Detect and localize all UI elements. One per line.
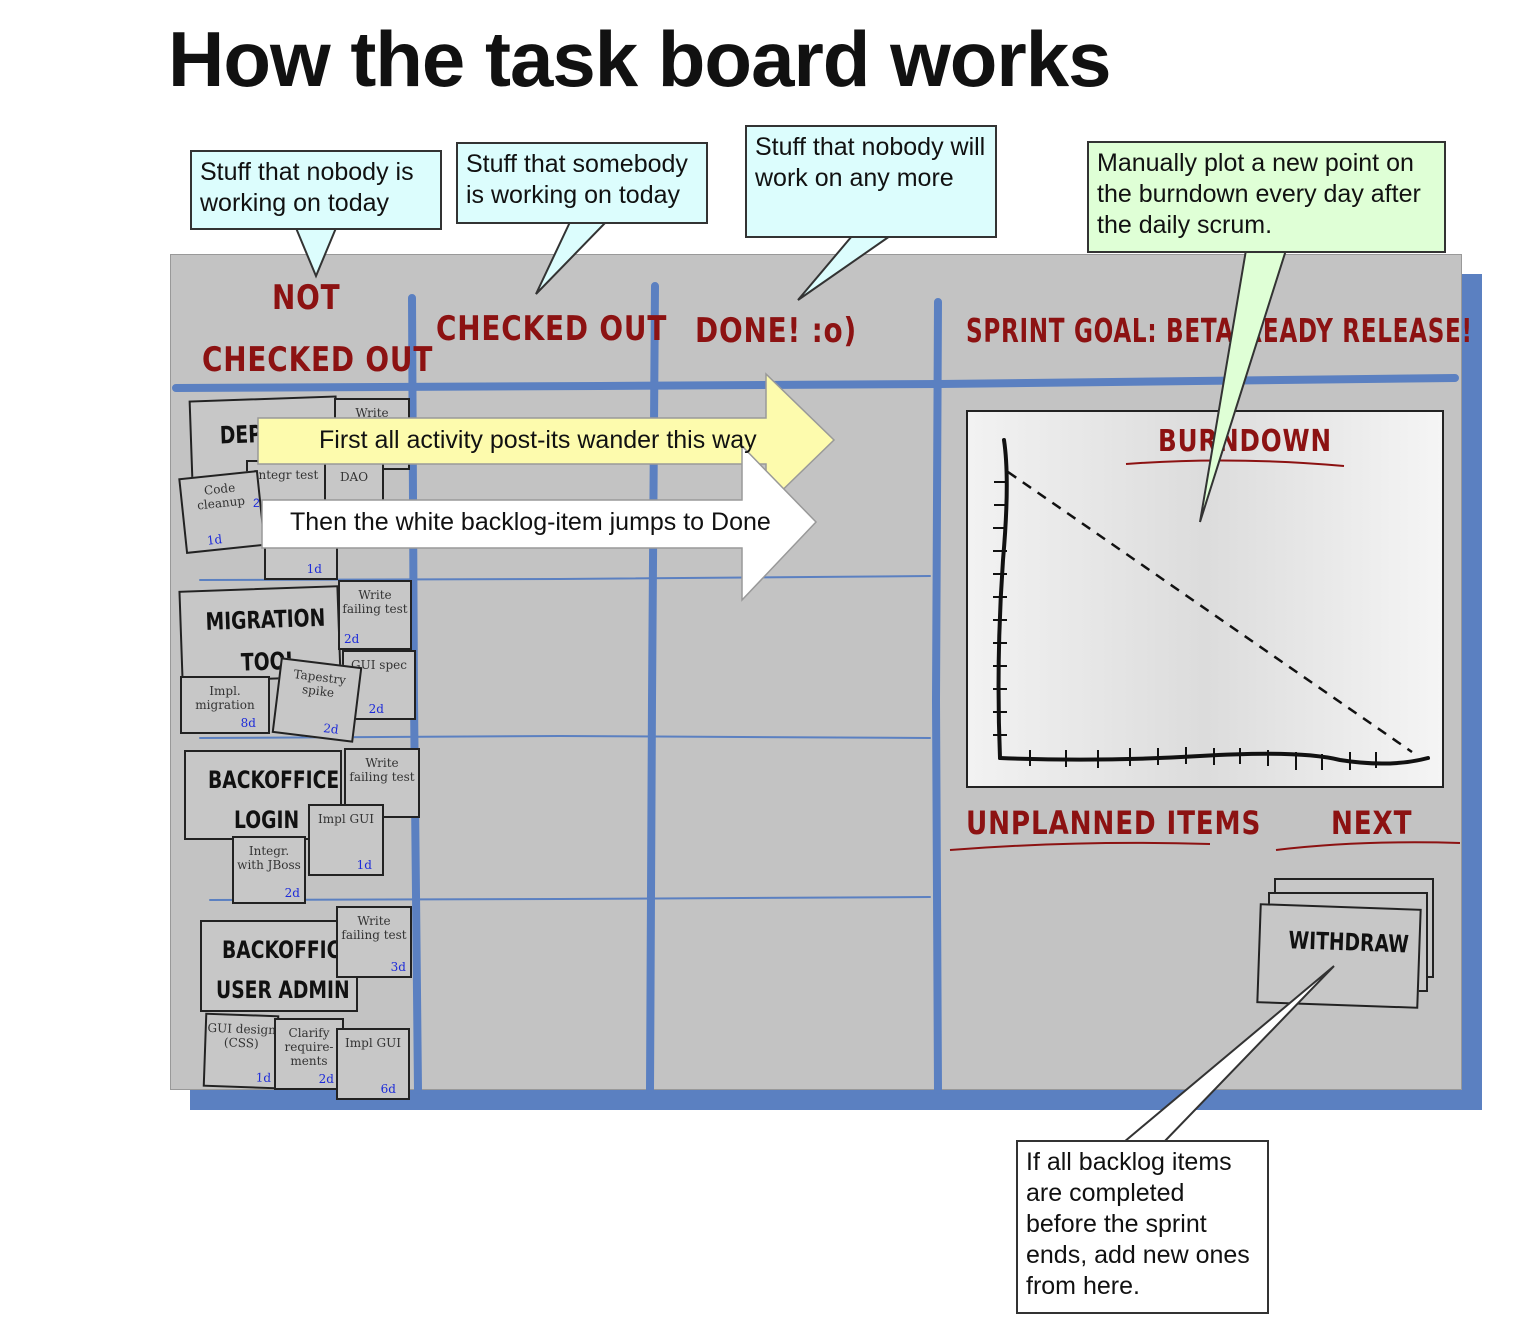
- callout-checked-out: Stuff that somebody is working on today: [456, 142, 708, 224]
- pointer-next: [1121, 965, 1335, 1143]
- pointer-done: [797, 235, 894, 301]
- pointer-not-checked-out: [294, 227, 338, 279]
- callout-next: If all backlog items are completed befor…: [1016, 1140, 1269, 1314]
- callout-burndown: Manually plot a new point on the burndow…: [1087, 141, 1446, 253]
- pointer-checked-out: [535, 221, 609, 295]
- callout-not-checked-out: Stuff that nobody is working on today: [190, 150, 442, 230]
- callout-done: Stuff that nobody will work on any more: [745, 125, 997, 238]
- pointer-burndown: [1199, 249, 1288, 523]
